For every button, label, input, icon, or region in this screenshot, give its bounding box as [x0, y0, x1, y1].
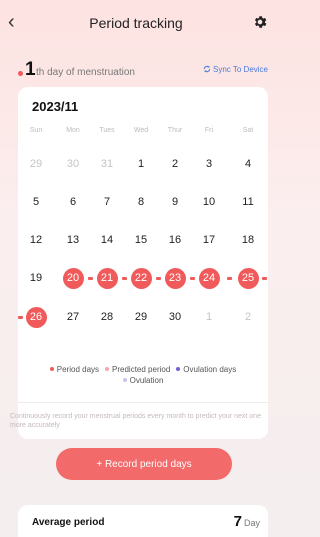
- calendar-day[interactable]: 17: [192, 228, 226, 252]
- calendar-day[interactable]: 28: [90, 305, 124, 329]
- legend-label: Predicted period: [112, 365, 171, 374]
- calendar-legend: Period days Predicted period Ovulation day…: [18, 364, 268, 386]
- period-day-marker: 23: [164, 267, 186, 289]
- average-period-card: Average period 7 Day: [18, 505, 268, 537]
- calendar-day[interactable]: 5: [19, 190, 53, 214]
- sync-to-device-button[interactable]: Sync To Device: [203, 65, 268, 74]
- menstruation-status: 1 th day of menstruation Sync To Device: [14, 58, 268, 82]
- gear-icon[interactable]: [252, 14, 268, 30]
- record-period-days-button[interactable]: + Record period days: [56, 448, 232, 480]
- calendar-card: 2023/11 Sun Mon Tues Wed Thur Fri Sat 29 30 31 1 2…: [18, 87, 268, 439]
- calendar-day[interactable]: 29: [124, 305, 158, 329]
- calendar-day[interactable]: 31: [90, 152, 124, 176]
- period-day-marker: 24: [198, 267, 220, 289]
- calendar-day-period[interactable]: 24: [192, 266, 226, 290]
- period-day-marker: 21: [96, 267, 118, 289]
- legend-dot: [49, 367, 54, 371]
- calendar-day-period[interactable]: 22: [124, 266, 158, 290]
- legend-item: Ovulation: [122, 375, 164, 386]
- divider: [18, 402, 268, 403]
- calendar-day-period[interactable]: 26: [19, 305, 53, 329]
- average-period-value: 7 Day: [234, 513, 260, 531]
- period-connector: [262, 277, 267, 280]
- calendar-day[interactable]: 1: [124, 152, 158, 176]
- weekday-sun: Sun: [29, 127, 43, 134]
- legend-dot: [105, 367, 110, 371]
- calendar-day[interactable]: 4: [231, 152, 265, 176]
- legend-label: Ovulation: [129, 376, 164, 385]
- status-dot: [18, 71, 23, 76]
- calendar-day[interactable]: 6: [56, 190, 90, 214]
- calendar-month: 2023/11: [32, 99, 79, 114]
- period-day-marker: 25: [237, 267, 259, 289]
- day-text: th day of menstruation: [36, 67, 135, 78]
- calendar-day[interactable]: 8: [124, 190, 158, 214]
- day-number: 1: [25, 59, 36, 80]
- calendar-day[interactable]: 16: [158, 228, 192, 252]
- legend-dot: [122, 378, 127, 382]
- calendar-day[interactable]: 18: [231, 228, 265, 252]
- calendar-day-period[interactable]: 23: [158, 266, 192, 290]
- average-period-number: 7: [233, 513, 242, 530]
- calendar-day[interactable]: 13: [56, 228, 90, 252]
- calendar-day[interactable]: 7: [90, 190, 124, 214]
- period-connector: [122, 277, 127, 280]
- calendar-day[interactable]: 30: [56, 152, 90, 176]
- calendar-day[interactable]: 10: [192, 190, 226, 214]
- calendar-day[interactable]: 15: [124, 228, 158, 252]
- calendar-day[interactable]: 29: [19, 152, 53, 176]
- calendar-day[interactable]: 19: [19, 266, 53, 290]
- calendar-day[interactable]: 9: [158, 190, 192, 214]
- calendar-day-period[interactable]: 20: [56, 266, 90, 290]
- period-connector: [227, 277, 232, 280]
- weekday-tues: Tues: [99, 127, 115, 134]
- calendar-day[interactable]: 12: [19, 228, 53, 252]
- legend-label: Ovulation days: [183, 365, 237, 374]
- calendar-day[interactable]: 2: [231, 305, 265, 329]
- prediction-note: Continuously record your menstrual perio…: [10, 413, 261, 429]
- calendar-day-period[interactable]: 21: [90, 266, 124, 290]
- legend-dot: [176, 367, 181, 371]
- weekday-mon: Mon: [66, 127, 80, 134]
- page-title: Period tracking: [89, 15, 183, 31]
- period-connector: [190, 277, 195, 280]
- average-period-label: Average period: [32, 517, 105, 528]
- legend-item: Ovulation days: [176, 364, 236, 375]
- period-day-marker: 22: [130, 267, 152, 289]
- period-day-marker: 26: [25, 306, 47, 328]
- period-day-marker: 20: [62, 267, 84, 289]
- calendar-day[interactable]: 30: [158, 305, 192, 329]
- calendar-day[interactable]: 27: [56, 305, 90, 329]
- weekday-header: Sun Mon Tues Wed Thur Fri Sat: [18, 127, 268, 139]
- legend-item: Predicted period: [105, 364, 170, 375]
- calendar-day[interactable]: 1: [192, 305, 226, 329]
- header: ‹ Period tracking: [0, 0, 272, 50]
- calendar-day[interactable]: 11: [231, 190, 265, 214]
- sync-icon: [203, 65, 211, 73]
- weekday-thur: Thur: [167, 127, 183, 134]
- weekday-wed: Wed: [133, 127, 149, 134]
- average-period-unit: Day: [243, 518, 260, 528]
- calendar-day[interactable]: 14: [90, 228, 124, 252]
- period-connector: [18, 316, 23, 319]
- period-connector: [156, 277, 161, 280]
- legend-label: Period days: [56, 365, 100, 374]
- calendar-day-period[interactable]: 25: [231, 266, 265, 290]
- weekday-fri: Fri: [204, 127, 214, 134]
- legend-item: Period days: [49, 364, 100, 375]
- calendar-day[interactable]: 2: [158, 152, 192, 176]
- calendar-day[interactable]: 3: [192, 152, 226, 176]
- weekday-sat: Sat: [242, 127, 254, 134]
- period-connector: [88, 277, 93, 280]
- sync-label: Sync To Device: [213, 65, 268, 74]
